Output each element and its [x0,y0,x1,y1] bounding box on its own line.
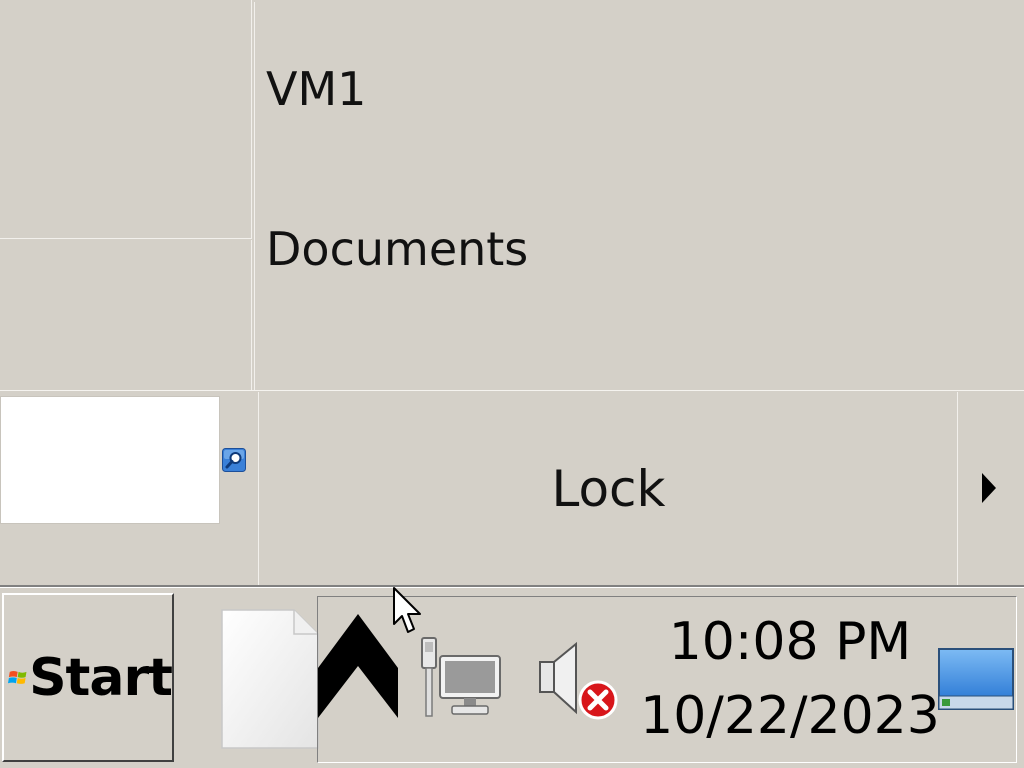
start-menu-divider [0,390,1024,391]
chevron-up-icon[interactable] [316,608,400,720]
windows-flag-icon [8,670,27,684]
start-menu-places-pane [254,2,1024,391]
network-disconnected-icon[interactable] [420,636,502,718]
search-icon[interactable] [222,448,246,472]
start-button-label: Start [29,647,173,708]
lock-button[interactable]: Lock [258,392,956,585]
arrow-right-icon [982,473,996,503]
start-menu-all-programs-pane [0,240,252,390]
start-menu-programs-pane [0,0,252,239]
power-options-arrow-button[interactable] [957,392,1024,585]
start-button[interactable]: Start [2,593,174,762]
document-icon[interactable] [220,608,320,750]
mouse-cursor-icon [392,586,424,636]
clock-time[interactable]: 10:08 PM [650,616,930,668]
search-input[interactable] [0,396,220,524]
start-menu-link-documents[interactable]: Documents [266,226,528,272]
lock-button-label: Lock [551,459,666,518]
volume-muted-icon[interactable] [536,640,620,720]
clock-date[interactable]: 10/22/2023 [640,690,940,742]
show-desktop-icon[interactable] [938,648,1014,710]
screen: VM1 Documents Lock Start 10:08 PM 10/22/… [0,0,1024,768]
start-menu-link-vm1[interactable]: VM1 [266,66,366,112]
